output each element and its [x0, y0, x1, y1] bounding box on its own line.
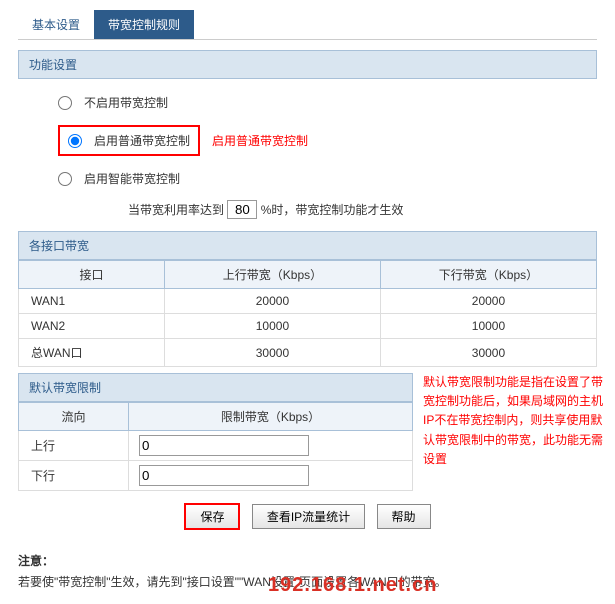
util-suffix: %时，带宽控制功能才生效 — [261, 203, 404, 217]
col-limit: 限制带宽（Kbps） — [129, 403, 413, 431]
util-prefix: 当带宽利用率达到 — [128, 203, 224, 217]
downlink-limit-input[interactable] — [139, 465, 309, 486]
col-dir: 流向 — [19, 403, 129, 431]
port-section-header: 各接口带宽 — [18, 231, 597, 260]
col-down: 下行带宽（Kbps） — [380, 261, 596, 289]
default-limit-table: 流向 限制带宽（Kbps） 上行 下行 — [18, 402, 413, 491]
col-up: 上行带宽（Kbps） — [164, 261, 380, 289]
tab-basic[interactable]: 基本设置 — [18, 10, 94, 39]
highlighted-normal-option: 启用普通带宽控制 — [58, 125, 200, 156]
radio-smart-label: 启用智能带宽控制 — [84, 170, 180, 187]
radio-smart[interactable] — [58, 172, 72, 186]
table-row: 下行 — [19, 461, 413, 491]
port-bandwidth-table: 接口 上行带宽（Kbps） 下行带宽（Kbps） WAN1 20000 2000… — [18, 260, 597, 367]
table-row: 总WAN口 30000 30000 — [19, 339, 597, 367]
table-row: 上行 — [19, 431, 413, 461]
util-input[interactable] — [227, 200, 257, 219]
function-section-header: 功能设置 — [18, 50, 597, 79]
radio-normal-label: 启用普通带宽控制 — [94, 132, 190, 149]
uplink-limit-input[interactable] — [139, 435, 309, 456]
limit-section-header: 默认带宽限制 — [18, 373, 413, 402]
radio-normal[interactable] — [68, 134, 82, 148]
tab-rules[interactable]: 带宽控制规则 — [94, 10, 194, 39]
table-row: WAN2 10000 10000 — [19, 314, 597, 339]
radio-disable[interactable] — [58, 96, 72, 110]
tab-bar: 基本设置 带宽控制规则 — [18, 10, 597, 40]
col-port: 接口 — [19, 261, 165, 289]
note-title: 注意： — [18, 552, 597, 569]
table-row: WAN1 20000 20000 — [19, 289, 597, 314]
note-text-prefix: 若要使"带宽控制"生效，请先到"接口设置" — [18, 575, 239, 589]
limit-annotation: 默认带宽限制功能是指在设置了带宽控制功能后，如果局域网的主机IP不在带宽控制内，… — [423, 373, 603, 469]
radio-disable-label: 不启用带宽控制 — [84, 94, 168, 111]
normal-annotation: 启用普通带宽控制 — [212, 132, 308, 149]
watermark: 192.168.1.net.cn — [268, 569, 437, 601]
